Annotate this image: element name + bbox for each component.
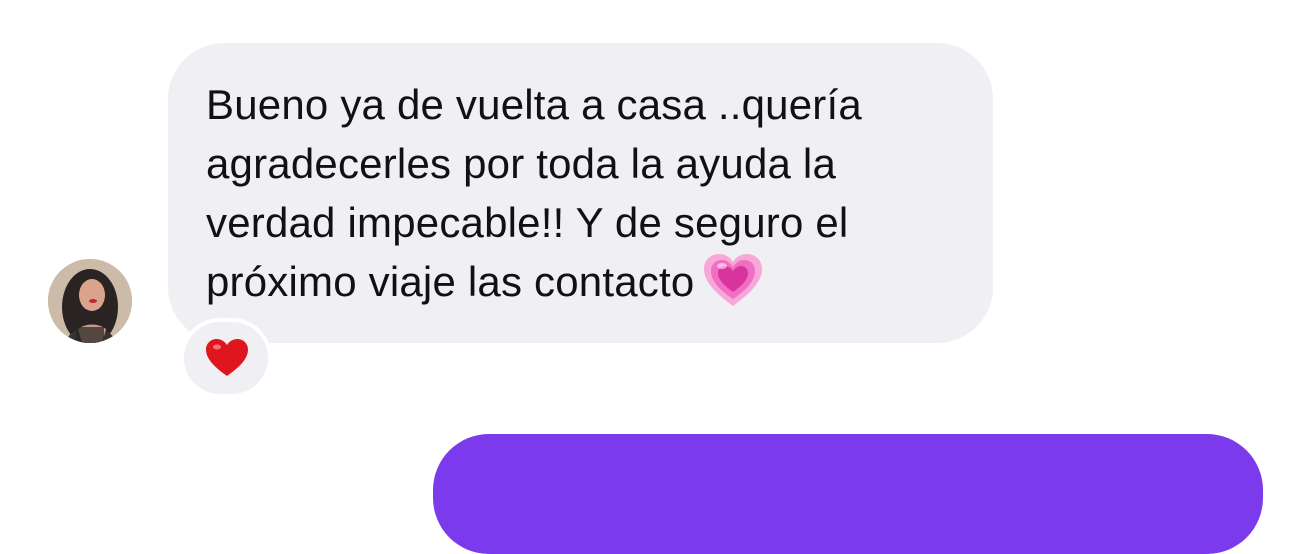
reaction-badge[interactable] [180, 318, 272, 398]
reaction-badge-inner [184, 322, 268, 394]
outgoing-message-bubble[interactable] [433, 434, 1263, 554]
message-line: verdad impecable!! Y de seguro el [206, 199, 849, 246]
avatar-photo [48, 259, 132, 343]
growing-heart-icon [704, 254, 763, 323]
sender-avatar[interactable] [48, 259, 132, 343]
message-line-last: próximo viaje las contacto [206, 252, 966, 323]
message-line: agradecerles por toda la ayuda la [206, 140, 837, 187]
message-line: Bueno ya de vuelta a casa ..quería [206, 81, 862, 128]
incoming-message-text: Bueno ya de vuelta a casa ..quería agrad… [206, 75, 966, 323]
red-heart-icon [206, 339, 248, 376]
message-line-text: próximo viaje las contacto [206, 258, 695, 305]
incoming-message-bubble[interactable]: Bueno ya de vuelta a casa ..quería agrad… [168, 43, 993, 343]
